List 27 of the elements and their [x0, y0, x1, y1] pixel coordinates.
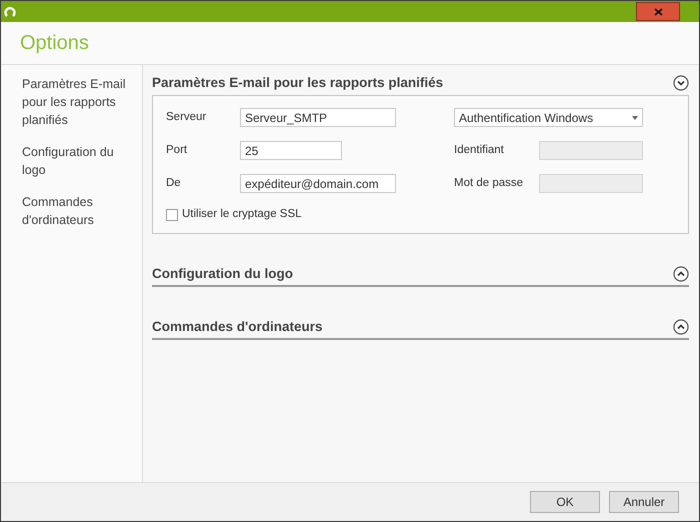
auth-dropdown[interactable]: Authentification Windows: [454, 108, 643, 127]
input-field[interactable]: Serveur_SMTP: [240, 108, 396, 127]
collapse-icon[interactable]: [673, 75, 689, 91]
checkbox-label: Utiliser le cryptage SSL: [182, 207, 302, 222]
field-label: Serveur: [166, 110, 208, 125]
field-label: Identifiant: [454, 142, 505, 158]
dropdown-arrow-icon: [632, 116, 638, 120]
field-label: Mot de passe: [454, 176, 524, 191]
sidebar-item[interactable]: Commandes d'ordinateurs: [22, 193, 136, 229]
close-icon: [654, 8, 662, 16]
input-field[interactable]: 25: [240, 141, 342, 160]
window-title: Options: [20, 31, 89, 56]
sidebar-item[interactable]: Configuration du logo: [22, 143, 136, 179]
section-title: Paramètres E-mail pour les rapports planifiés: [152, 74, 444, 92]
section-title: Configuration du logo: [152, 264, 293, 283]
close-button[interactable]: [636, 2, 680, 21]
cancel-button[interactable]: Annuler: [609, 491, 679, 513]
expand-icon[interactable]: [673, 266, 689, 282]
checkbox[interactable]: [166, 208, 178, 221]
section-title: Commandes d'ordinateurs: [152, 318, 322, 336]
input-field[interactable]: expéditeur@domain.com: [240, 174, 396, 193]
ok-button[interactable]: OK: [530, 491, 600, 513]
field-label: De: [166, 176, 182, 191]
field-label: Port: [166, 142, 188, 158]
sidebar-item[interactable]: Paramètres E-mail pour les rapports planifiés: [22, 75, 136, 129]
expand-icon[interactable]: [673, 318, 689, 335]
app-logo-icon: [4, 6, 16, 18]
